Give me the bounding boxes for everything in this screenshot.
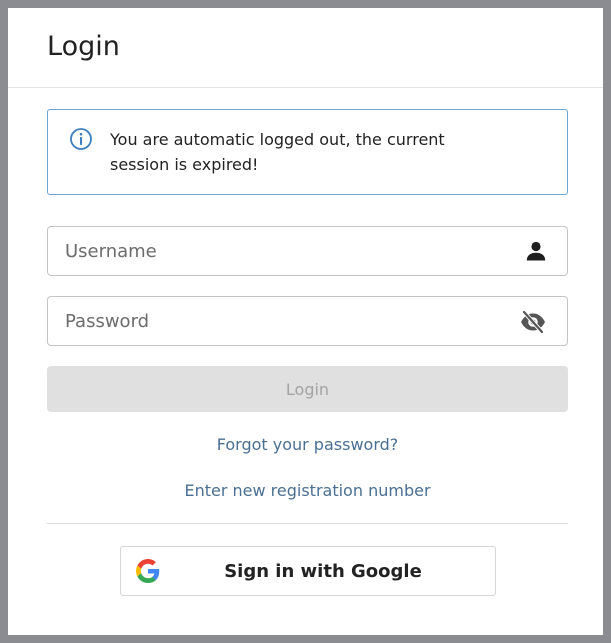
- google-signin-button[interactable]: Sign in with Google: [120, 546, 496, 596]
- new-registration-link[interactable]: Enter new registration number: [47, 481, 568, 500]
- username-input[interactable]: [48, 227, 567, 275]
- login-button[interactable]: Login: [47, 366, 568, 412]
- page-title: Login: [47, 31, 120, 62]
- google-signin-label: Sign in with Google: [224, 560, 422, 582]
- session-expired-alert: You are automatic logged out, the curren…: [47, 109, 568, 195]
- password-input[interactable]: [48, 297, 567, 345]
- username-field: [47, 226, 568, 276]
- login-card: Login You are automatic logged out, the …: [8, 8, 603, 635]
- password-field: [47, 296, 568, 346]
- card-header: Login: [8, 8, 603, 88]
- eye-slash-icon[interactable]: [519, 308, 547, 336]
- alert-message: You are automatic logged out, the curren…: [110, 130, 445, 174]
- user-icon: [524, 239, 548, 263]
- forgot-password-link[interactable]: Forgot your password?: [47, 435, 568, 454]
- info-circle-icon: [69, 127, 93, 151]
- divider: [47, 523, 568, 524]
